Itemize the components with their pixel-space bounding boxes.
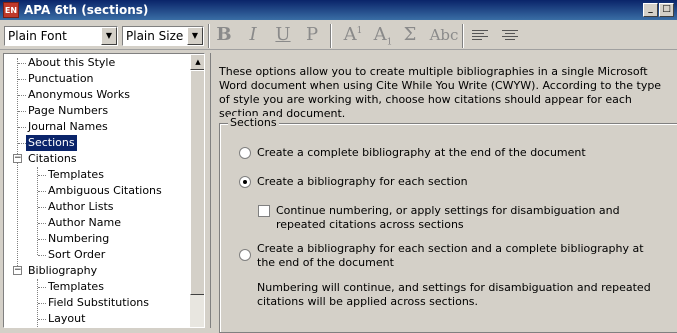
scroll-thumb[interactable] [190, 70, 204, 295]
numbering-note: Numbering will continue, and settings fo… [257, 281, 651, 308]
underline-button[interactable]: U [273, 24, 293, 48]
tree-item-bibliography[interactable]: Bibliography [26, 263, 99, 279]
toolbar-separator [462, 24, 464, 48]
group-label: Sections [228, 116, 279, 129]
sections-group: Sections Create a complete bibliography … [219, 116, 677, 333]
superscript-button[interactable]: A1 [340, 24, 366, 48]
continue-numbering-label[interactable]: Continue numbering, or apply settings fo… [276, 204, 656, 232]
option-section-and-complete-label[interactable]: Create a bibliography for each section a… [257, 242, 657, 270]
tree-item-field-substitutions[interactable]: Field Substitutions [46, 295, 151, 311]
tree-item-about-this-style[interactable]: About this Style [26, 55, 117, 71]
tree-connector [18, 95, 26, 96]
tree-connector [38, 191, 46, 192]
tree-item-sort-order[interactable]: Sort Order [46, 247, 107, 263]
collapse-icon[interactable]: − [13, 266, 22, 275]
tree-connector [38, 175, 46, 176]
tree-connector [18, 79, 26, 80]
toolbar-separator [330, 24, 332, 48]
tree-item-author-lists[interactable]: Author Lists [46, 199, 116, 215]
tree-connector [38, 287, 46, 288]
minimize-button[interactable]: _ [643, 3, 658, 17]
symbol-button[interactable]: Σ [399, 24, 421, 48]
tree-connector [18, 127, 26, 128]
tree-item-ambiguous-citations[interactable]: Ambiguous Citations [46, 183, 164, 199]
tree-connector [17, 58, 18, 274]
chevron-down-icon[interactable]: ▼ [101, 27, 117, 45]
tree-connector [38, 255, 46, 256]
align-left-icon[interactable] [472, 30, 488, 42]
plain-button[interactable]: P [302, 24, 322, 48]
chevron-down-icon[interactable]: ▼ [187, 27, 203, 45]
tree-item-citations[interactable]: Citations [26, 151, 79, 167]
superscript-letter: A [343, 24, 357, 45]
title-bar: EN APA 6th (sections) _ □ [0, 0, 677, 20]
tree-connector [38, 207, 46, 208]
tree-item-layout[interactable]: Layout [46, 311, 87, 327]
collapse-icon[interactable]: − [13, 154, 22, 163]
subscript-button[interactable]: A1 [370, 24, 396, 48]
tree-connector [37, 167, 38, 255]
size-combo-value: Plain Size [126, 29, 184, 43]
bold-button[interactable]: B [214, 24, 234, 48]
window-title: APA 6th (sections) [24, 3, 149, 17]
font-combo-value: Plain Font [8, 29, 67, 43]
tree-connector [38, 319, 46, 320]
subscript-letter: A [373, 24, 387, 45]
tree-item-sections[interactable]: Sections [26, 135, 77, 151]
tree-item-bibliography-templates[interactable]: Templates [46, 279, 106, 295]
formatting-toolbar: Plain Font ▼ Plain Size ▼ B I U P A1 A1 … [0, 20, 677, 50]
radio-section-and-complete[interactable] [239, 249, 251, 261]
endnote-app-icon[interactable]: EN [3, 2, 19, 18]
radio-bibliography-per-section[interactable] [239, 176, 251, 188]
intro-text: These options allow you to create multip… [219, 65, 662, 120]
tree-item-punctuation[interactable]: Punctuation [26, 71, 96, 87]
align-center-icon[interactable] [502, 30, 518, 42]
size-combo[interactable]: Plain Size ▼ [122, 26, 204, 46]
option-complete-bibliography-label[interactable]: Create a complete bibliography at the en… [257, 146, 586, 160]
continue-numbering-checkbox[interactable] [258, 205, 270, 217]
radio-complete-bibliography[interactable] [239, 147, 251, 159]
tree-connector [38, 303, 46, 304]
subscript-mark: 1 [386, 37, 393, 48]
tree-connector [38, 223, 46, 224]
scroll-up-icon[interactable]: ▲ [190, 54, 204, 70]
tree-item-page-numbers[interactable]: Page Numbers [26, 103, 110, 119]
sections-panel: These options allow you to create multip… [210, 53, 677, 333]
toolbar-separator [208, 24, 210, 48]
tree-item-journal-names[interactable]: Journal Names [26, 119, 110, 135]
option-bibliography-per-section-label[interactable]: Create a bibliography for each section [257, 175, 468, 189]
restore-button[interactable]: □ [659, 3, 674, 17]
tree-item-citation-templates[interactable]: Templates [46, 167, 106, 183]
font-combo[interactable]: Plain Font ▼ [4, 26, 118, 46]
tree-connector [38, 239, 46, 240]
superscript-mark: 1 [356, 26, 363, 36]
tree-connector [18, 143, 26, 144]
small-caps-button[interactable]: Abc [428, 24, 460, 48]
tree-scrollbar[interactable]: ▲ [190, 54, 204, 327]
tree-item-anonymous-works[interactable]: Anonymous Works [26, 87, 132, 103]
tree-connector [18, 111, 26, 112]
tree-connector [18, 63, 26, 64]
tree-item-author-name[interactable]: Author Name [46, 215, 123, 231]
style-tree[interactable]: About this Style Punctuation Anonymous W… [3, 53, 205, 328]
italic-button[interactable]: I [243, 24, 263, 48]
tree-item-numbering[interactable]: Numbering [46, 231, 111, 247]
